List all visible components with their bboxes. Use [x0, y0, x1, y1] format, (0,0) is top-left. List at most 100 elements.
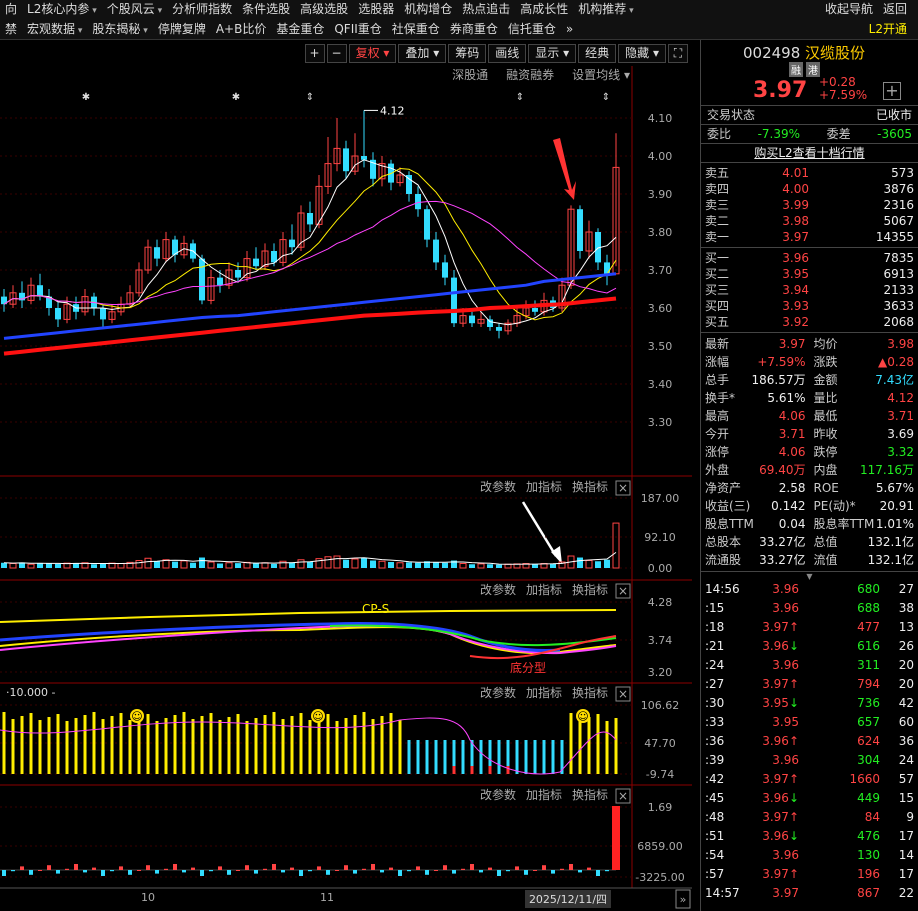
menu-item-2-3[interactable]: 停牌复牌 — [153, 20, 211, 40]
menu-item-1-1[interactable]: L2核心内参 — [22, 0, 102, 20]
menu-item-1-0[interactable]: 向 — [0, 0, 22, 20]
tick-row[interactable]: :15 3.96 688 38 — [701, 599, 918, 618]
tick-row[interactable]: 14:57 3.97 867 22 — [701, 884, 918, 903]
toolbar-item-7[interactable]: 经典 — [578, 43, 617, 63]
toolbar-item-5[interactable]: 画线 — [488, 43, 527, 63]
ind3-bar — [137, 870, 141, 871]
collapse-icon[interactable]: ▼ — [701, 572, 918, 581]
stat-value: 117.16万 — [860, 463, 914, 477]
stat-right-3: 量比 4.12 — [810, 389, 918, 407]
tick-row[interactable]: :54 3.96 130 14 — [701, 846, 918, 865]
ind3-bar — [65, 868, 69, 870]
menu-item-2-5[interactable]: 基金重仓 — [271, 20, 329, 40]
menu-item-1-4[interactable]: 条件选股 — [237, 0, 295, 20]
menu-item-1-9[interactable]: 高成长性 — [515, 0, 573, 20]
add-watchlist-button[interactable]: + — [883, 82, 901, 100]
toolbar-item-4[interactable]: 筹码 — [448, 43, 487, 63]
x-label-nov: 11 — [320, 891, 334, 904]
tick-row[interactable]: :21 3.96↓ 616 26 — [701, 637, 918, 656]
toolbar-item-6[interactable]: 显示 ▾ — [528, 43, 577, 63]
tick-row[interactable]: :24 3.96 311 20 — [701, 656, 918, 675]
tick-row[interactable]: :45 3.96↓ 449 15 — [701, 789, 918, 808]
tick-row[interactable]: :51 3.96↓ 476 17 — [701, 827, 918, 846]
tick-time: :24 — [705, 658, 725, 672]
tick-list[interactable]: 14:56 3.96 680 27:15 3.96 688 38:18 3.97↑ 477 13:… — [701, 580, 918, 903]
menu-item-2-4[interactable]: A+B比价 — [211, 20, 272, 40]
bid-volume: 2133 — [883, 283, 914, 297]
tick-row[interactable]: :39 3.96 304 24 — [701, 751, 918, 770]
candle-body-down — [604, 262, 610, 274]
stock-name: 汉缆股份 — [805, 44, 866, 62]
subbar-item-0[interactable]: 深股通 — [452, 66, 488, 84]
tick-row[interactable]: :33 3.95 657 60 — [701, 713, 918, 732]
stat-label: 昨收 — [813, 427, 838, 441]
panel-tool-2: 换指标 — [572, 479, 608, 494]
ind2-line — [0, 717, 617, 775]
subbar-item-2[interactable]: 设置均线 ▾ — [572, 66, 630, 84]
menu-item-1-7[interactable]: 机构增仓 — [399, 0, 457, 20]
menu-item-1-6[interactable]: 选股器 — [353, 0, 399, 20]
price-tick-label: 3.90 — [648, 188, 673, 201]
stat-label: 量比 — [813, 391, 838, 405]
menu-right-item-2-0[interactable]: L2开通 — [864, 20, 912, 39]
menu-right-item-1-0[interactable]: 收起导航 — [820, 0, 878, 19]
tick-row[interactable]: :42 3.97↑ 1660 57 — [701, 770, 918, 789]
toolbar-item-0[interactable]: + — [304, 43, 325, 63]
tick-row[interactable]: :57 3.97↑ 196 17 — [701, 865, 918, 884]
toolbar-item-1[interactable]: − — [326, 43, 347, 63]
ind3-bar — [452, 870, 456, 874]
volume-bar-up — [279, 560, 287, 569]
ind3-bar — [353, 870, 357, 874]
candle-body-down — [487, 319, 493, 327]
tag-margin[interactable]: 融 — [789, 62, 803, 77]
menu-more-icon[interactable]: » — [561, 20, 578, 40]
ind3-bar — [461, 868, 465, 870]
weibi-value: -7.39% — [757, 127, 801, 141]
tick-row[interactable]: :27 3.97↑ 794 20 — [701, 675, 918, 694]
menu-item-2-7[interactable]: 社保重仓 — [387, 20, 445, 40]
volume-bar-down — [55, 563, 61, 568]
volume-bar-up — [144, 557, 152, 569]
menu-item-2-9[interactable]: 信托重仓 — [503, 20, 561, 40]
chart-svg[interactable]: 4.10 4.00 3.90 3.80 3.70 3.60 3.50 3.40 3.30 4.12… — [0, 40, 692, 911]
scroll-right-glyph: » — [680, 893, 687, 906]
stock-code-name: 002498 汉缆股份 — [743, 42, 865, 63]
ind3-bar — [398, 870, 402, 876]
menu-item-1-3[interactable]: 分析师指数 — [167, 0, 237, 20]
menu-item-1-10[interactable]: 机构推荐 — [573, 0, 638, 20]
menu-item-2-2[interactable]: 股东揭秘 — [87, 20, 152, 40]
candle-body-down — [415, 194, 421, 210]
stat-right-8: ROE 5.67% — [810, 479, 918, 497]
ind3-tick-label: 6859.00 — [637, 840, 683, 853]
menu-item-2-1[interactable]: 宏观数据 — [22, 20, 87, 40]
volume-bar-up — [117, 563, 125, 569]
ind3-bar — [596, 870, 600, 876]
tick-row[interactable]: :36 3.96↑ 624 36 — [701, 732, 918, 751]
expand-icon[interactable]: ⛶ — [668, 43, 688, 63]
menu-item-2-8[interactable]: 券商重仓 — [445, 20, 503, 40]
price-tick-label: 3.80 — [648, 226, 673, 239]
menu-item-2-0[interactable]: 禁 — [0, 20, 22, 40]
menu-item-1-2[interactable]: 个股风云 — [102, 0, 167, 20]
tick-price: 3.95 — [772, 715, 799, 729]
tag-hk[interactable]: 港 — [806, 62, 820, 77]
volume-bar-down — [307, 561, 313, 568]
menu-right-item-1-1[interactable]: 返回 — [878, 0, 912, 19]
menu-item-1-8[interactable]: 热点追击 — [457, 0, 515, 20]
subbar-item-1[interactable]: 融资融券 — [506, 66, 554, 84]
toolbar-item-2[interactable]: 复权 ▾ — [348, 43, 397, 63]
menu-item-2-6[interactable]: QFII重仓 — [329, 20, 386, 40]
tick-count: 22 — [898, 886, 914, 900]
tick-row[interactable]: 14:56 3.96 680 27 — [701, 580, 918, 599]
stat-value: 3.97 — [778, 337, 806, 351]
ask-row-1: 卖四 4.00 3876 — [701, 181, 918, 197]
toolbar-item-8[interactable]: 隐藏 ▾ — [618, 43, 666, 63]
buy-l2-link[interactable]: 购买L2查看十档行情 — [701, 144, 918, 163]
kline-chart-area[interactable]: 4.10 4.00 3.90 3.80 3.70 3.60 3.50 3.40 3.30 4.12… — [0, 40, 692, 911]
buy-l2-text[interactable]: 购买L2查看十档行情 — [754, 144, 864, 162]
tick-row[interactable]: :30 3.95↓ 736 42 — [701, 694, 918, 713]
toolbar-item-3[interactable]: 叠加 ▾ — [398, 43, 447, 63]
menu-item-1-5[interactable]: 高级选股 — [295, 0, 353, 20]
tick-row[interactable]: :48 3.97↑ 84 9 — [701, 808, 918, 827]
tick-row[interactable]: :18 3.97↑ 477 13 — [701, 618, 918, 637]
